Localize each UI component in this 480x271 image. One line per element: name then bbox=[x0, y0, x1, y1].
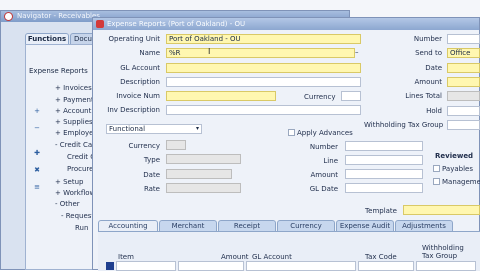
withholding-tax-group-field[interactable] bbox=[447, 120, 480, 130]
type-field[interactable] bbox=[166, 154, 241, 164]
expand-icon[interactable]: + bbox=[34, 108, 40, 115]
row-selector[interactable] bbox=[106, 262, 114, 270]
functional-select[interactable]: Functional ▾ bbox=[106, 124, 202, 134]
tab-merchant-label: Merchant bbox=[171, 222, 205, 230]
label-date-2: Date bbox=[143, 171, 160, 179]
currency-2-field[interactable] bbox=[166, 140, 186, 150]
name-field[interactable]: %R bbox=[166, 48, 355, 58]
label-invoice-num: Invoice Num bbox=[116, 92, 160, 100]
header-tax-code: Tax Code bbox=[365, 253, 397, 261]
chevron-down-icon: ▾ bbox=[195, 125, 199, 132]
tab-currency-label: Currency bbox=[290, 222, 322, 230]
app-logo-icon bbox=[4, 12, 13, 21]
form-titlebar[interactable]: Expense Reports (Port of Oakland) - OU bbox=[93, 18, 479, 30]
collapse-icon[interactable]: − bbox=[34, 125, 40, 132]
label-gl-account: GL Account bbox=[120, 64, 160, 72]
label-operating-unit: Operating Unit bbox=[108, 35, 160, 43]
rate-field[interactable] bbox=[166, 183, 241, 193]
tree-item-setup[interactable]: + Setup bbox=[55, 178, 83, 186]
tree-item-run[interactable]: Run bbox=[75, 224, 88, 232]
form-title: Expense Reports (Port of Oakland) - OU bbox=[107, 20, 246, 28]
invoice-num-field[interactable] bbox=[166, 91, 276, 101]
label-template: Template bbox=[365, 207, 397, 215]
gl-account-field[interactable] bbox=[166, 63, 361, 73]
template-field[interactable] bbox=[403, 205, 480, 215]
expand-all-icon[interactable]: ✚ bbox=[34, 150, 40, 157]
move-up-icon[interactable]: ≡ bbox=[34, 184, 40, 191]
label-lines-total: Lines Total bbox=[405, 92, 442, 100]
header-item: Item bbox=[118, 253, 134, 261]
line-field[interactable] bbox=[345, 155, 423, 165]
tab-adjustments-label: Adjustments bbox=[402, 222, 446, 230]
label-send-to: Send to bbox=[415, 49, 442, 57]
header-withholding-tax-group-text: Withholding Tax Group bbox=[422, 244, 464, 260]
label-name: Name bbox=[139, 49, 160, 57]
label-gl-date: GL Date bbox=[309, 185, 338, 193]
label-reviewed: Reviewed bbox=[435, 152, 474, 160]
label-type: Type bbox=[143, 156, 160, 164]
management-checkbox[interactable] bbox=[433, 178, 440, 185]
label-adv-amount: Amount bbox=[310, 171, 338, 179]
amount-field[interactable] bbox=[447, 77, 480, 87]
tree-item-workflow[interactable]: + Workflow bbox=[55, 189, 95, 197]
adv-number-field[interactable] bbox=[345, 141, 423, 151]
navigator-section-title: Expense Reports bbox=[29, 67, 88, 75]
number-field[interactable] bbox=[447, 34, 480, 44]
functional-value: Functional bbox=[109, 125, 146, 133]
label-rate: Rate bbox=[143, 185, 160, 193]
currency-field[interactable] bbox=[341, 91, 361, 101]
name-lov-icon[interactable]: – bbox=[355, 48, 361, 58]
payables-checkbox[interactable] bbox=[433, 165, 440, 172]
date-2-field[interactable] bbox=[166, 169, 232, 179]
label-date: Date bbox=[425, 64, 442, 72]
tab-accounting-label: Accounting bbox=[108, 222, 148, 230]
date-field[interactable] bbox=[447, 63, 480, 73]
description-field[interactable] bbox=[166, 77, 361, 87]
label-number: Number bbox=[413, 35, 442, 43]
tab-receipt-label: Receipt bbox=[233, 222, 261, 230]
label-currency: Currency bbox=[304, 93, 336, 101]
form-logo-icon bbox=[96, 20, 104, 28]
label-adv-number: Number bbox=[309, 143, 338, 151]
collapse-all-icon[interactable]: ✖ bbox=[34, 167, 40, 174]
tree-item-supplies[interactable]: + Supplies bbox=[55, 118, 93, 126]
navigator-title: Navigator - Receivables bbox=[17, 12, 100, 20]
label-payables: Payables bbox=[442, 165, 473, 173]
label-description: Description bbox=[120, 78, 160, 86]
header-withholding-tax-group: Withholding Tax Group bbox=[422, 244, 466, 260]
header-amount: Amount bbox=[221, 253, 249, 261]
tab-expense-audit-label: Expense Audit bbox=[339, 222, 391, 230]
label-apply-advances: Apply Advances bbox=[297, 129, 353, 137]
lines-total-field bbox=[447, 91, 480, 101]
text-cursor-icon: I bbox=[208, 47, 211, 56]
label-management: Management bbox=[442, 178, 480, 186]
label-currency-2: Currency bbox=[128, 142, 160, 150]
gl-date-field[interactable] bbox=[345, 183, 423, 193]
label-inv-description: Inv Description bbox=[107, 106, 160, 114]
label-amount: Amount bbox=[414, 78, 442, 86]
header-gl-account: GL Account bbox=[252, 253, 292, 261]
tree-item-other[interactable]: - Other bbox=[55, 200, 80, 208]
label-withholding-tax-group: Withholding Tax Group bbox=[364, 121, 444, 129]
label-line: Line bbox=[323, 157, 338, 165]
inv-description-field[interactable] bbox=[166, 105, 361, 115]
adv-amount-field[interactable] bbox=[345, 169, 423, 179]
operating-unit-field[interactable]: Port of Oakland - OU bbox=[166, 34, 361, 44]
tab-functions-label: Functions bbox=[27, 35, 67, 43]
hold-field[interactable] bbox=[447, 106, 480, 116]
apply-advances-checkbox[interactable] bbox=[288, 129, 295, 136]
label-hold: Hold bbox=[426, 107, 442, 115]
send-to-select[interactable]: Office bbox=[447, 48, 480, 58]
tree-item-invoices[interactable]: + Invoices bbox=[55, 84, 92, 92]
